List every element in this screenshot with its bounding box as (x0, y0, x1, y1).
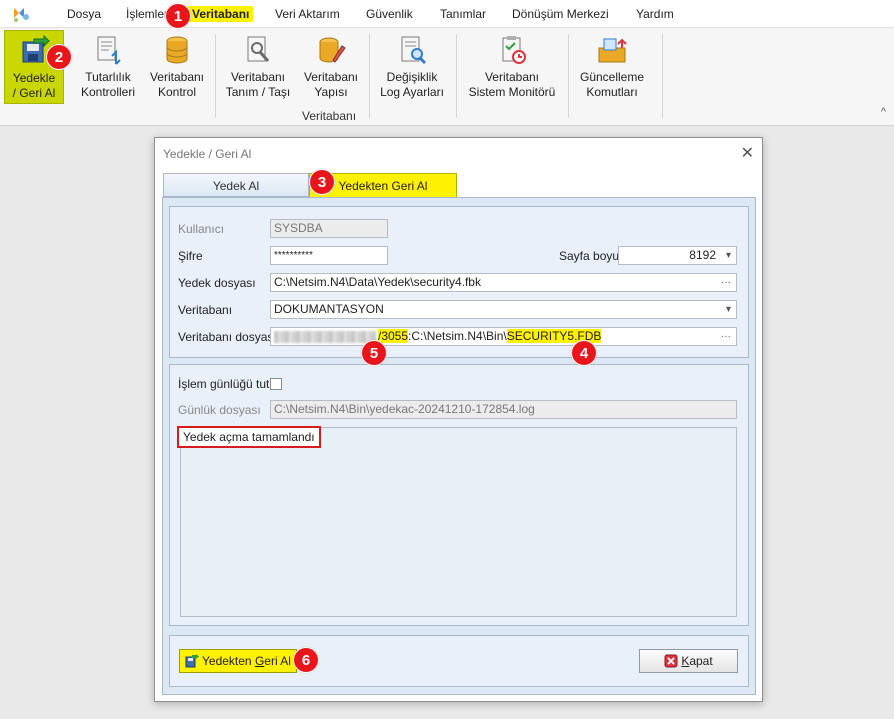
ribbon-separator (568, 34, 569, 118)
ribbon-button-label: Kontrol (157, 85, 197, 99)
menu-donusum-merkezi[interactable]: Dönüşüm Merkezi (512, 7, 609, 21)
ribbon-button-label: Güncelleme (579, 70, 645, 84)
backup-file-label: Yedek dosyası (178, 276, 256, 290)
ribbon-button-label: Yapısı (314, 85, 348, 99)
ribbon-button-label: Yedekle (12, 71, 56, 85)
ribbon-button-label: Veritabanı (230, 70, 286, 84)
ribbon-button-label: Değişiklik (386, 70, 438, 84)
app-logo-icon (14, 8, 29, 22)
consistency-check-icon (97, 36, 121, 65)
ribbon-collapse-icon[interactable]: ^ (881, 106, 886, 118)
ribbon-separator (215, 34, 216, 118)
restore-icon (185, 654, 199, 668)
ribbon: Yedekle / Geri Al Tutarlılık Kontrolleri… (0, 28, 894, 126)
ribbon-sistem-monitoru-button[interactable]: Veritabanı Sistem Monitörü (464, 30, 560, 104)
restore-button[interactable]: Yedekten Geri Al (179, 649, 297, 673)
ribbon-button-label: Veritabanı (484, 70, 540, 84)
log-output-area: Yedek açma tamamlandı (177, 426, 737, 617)
close-x-icon (664, 654, 678, 668)
ribbon-tutarlilik-button[interactable]: Tutarlılık Kontrolleri (74, 30, 142, 104)
log-panel: İşlem günlüğü tut Günlük dosyası C:\Nets… (169, 364, 749, 626)
chevron-down-icon: ▾ (725, 250, 731, 261)
change-log-icon (401, 36, 427, 65)
browse-ellipsis-icon[interactable]: ··· (721, 274, 731, 291)
button-panel: Yedekten Geri Al Kapat (169, 635, 749, 687)
update-commands-icon (598, 38, 627, 63)
redacted-host (274, 330, 376, 343)
annotation-badge-2: 2 (46, 44, 72, 70)
ribbon-button-label: Tutarlılık (85, 70, 131, 84)
close-label-suffix: apat (689, 654, 713, 668)
database-select[interactable]: DOKUMANTASYON ▾ (270, 300, 737, 319)
tab-yedek-al[interactable]: Yedek Al (163, 173, 309, 197)
tab-body: Kullanıcı SYSDBA Şifre ********** Sayfa … (162, 197, 756, 695)
page-size-select[interactable]: 8192 ▾ (618, 246, 737, 265)
ribbon-degisiklik-log-button[interactable]: Değişiklik Log Ayarları (376, 30, 448, 104)
ribbon-veritabani-yapisi-button[interactable]: Veritabanı Yapısı (300, 30, 362, 104)
password-label: Şifre (178, 249, 203, 263)
menu-veritabani[interactable]: Veritabanı (188, 6, 254, 22)
db-file-port: /3055 (378, 329, 409, 343)
database-label: Veritabanı (178, 303, 233, 317)
restore-label-prefix: Yedekten (202, 654, 255, 668)
ribbon-button-label: Kontrolleri (80, 85, 136, 99)
ribbon-button-label: Veritabanı (149, 70, 205, 84)
password-field[interactable]: ********** (270, 246, 388, 265)
dialog-title: Yedekle / Geri Al (163, 147, 252, 161)
backup-file-value: C:\Netsim.N4\Data\Yedek\security4.fbk (274, 275, 481, 289)
ribbon-separator (662, 34, 663, 118)
annotation-badge-1: 1 (165, 3, 191, 29)
db-file-path: :C:\Netsim.N4\Bin\ (408, 329, 507, 343)
menu-tanimlar[interactable]: Tanımlar (440, 7, 486, 21)
keep-log-label: İşlem günlüğü tut (178, 377, 270, 391)
db-define-move-icon (247, 36, 270, 62)
ribbon-button-label: Log Ayarları (380, 85, 444, 99)
log-output-line: Yedek açma tamamlandı (177, 426, 321, 448)
menu-guvenlik[interactable]: Güvenlik (366, 7, 413, 21)
close-button[interactable]: Kapat (639, 649, 738, 673)
menu-islemler[interactable]: İşlemler (126, 7, 168, 21)
ribbon-button-label: Sistem Monitörü (468, 85, 556, 99)
ribbon-button-label: / Geri Al (12, 86, 56, 100)
ribbon-tanim-tasi-button[interactable]: Veritabanı Tanım / Taşı (222, 30, 294, 104)
ribbon-button-label: Komutları (586, 85, 638, 99)
menu-bar: Dosya İşlemler Veritabanı Veri Aktarım G… (0, 0, 894, 28)
database-value: DOKUMANTASYON (274, 302, 384, 316)
db-structure-icon (319, 37, 346, 63)
restore-label-suffix: eri Al (264, 654, 291, 668)
ribbon-button-label: Tanım / Taşı (225, 85, 291, 99)
db-file-field[interactable]: /3055:C:\Netsim.N4\Bin\SECURITY5.FDB ··· (270, 327, 737, 346)
annotation-badge-3: 3 (309, 169, 335, 195)
user-label: Kullanıcı (178, 222, 225, 236)
db-file-label: Veritabanı dosyası (178, 330, 277, 344)
annotation-badge-4: 4 (571, 340, 597, 366)
close-icon[interactable]: ✕ (741, 143, 754, 163)
page-size-label: Sayfa boyu (559, 249, 620, 263)
ribbon-separator (456, 34, 457, 118)
database-icon (166, 36, 188, 64)
user-field: SYSDBA (270, 219, 388, 238)
chevron-down-icon: ▾ (725, 304, 731, 315)
system-monitor-icon (502, 36, 526, 64)
connection-panel: Kullanıcı SYSDBA Şifre ********** Sayfa … (169, 206, 749, 358)
keep-log-checkbox[interactable] (270, 378, 282, 390)
menu-dosya[interactable]: Dosya (67, 7, 101, 21)
log-file-field: C:\Netsim.N4\Bin\yedekac-20241210-172854… (270, 400, 737, 419)
backup-restore-icon (22, 35, 50, 63)
ribbon-button-label: Veritabanı (303, 70, 359, 84)
annotation-badge-5: 5 (361, 340, 387, 366)
backup-restore-dialog: Yedekle / Geri Al ✕ Yedek Al Yedekten Ge… (154, 137, 763, 702)
menu-yardim[interactable]: Yardım (636, 7, 674, 21)
ribbon-veritabani-kontrol-button[interactable]: Veritabanı Kontrol (146, 30, 208, 104)
restore-label-hotkey: G (254, 654, 265, 668)
browse-ellipsis-icon[interactable]: ··· (721, 328, 731, 345)
ribbon-separator (369, 34, 370, 118)
menu-veri-aktarim[interactable]: Veri Aktarım (275, 7, 340, 21)
backup-file-field[interactable]: C:\Netsim.N4\Data\Yedek\security4.fbk ··… (270, 273, 737, 292)
page-size-value: 8192 (689, 248, 716, 262)
ribbon-guncelleme-komutlari-button[interactable]: Güncelleme Komutları (576, 30, 648, 104)
log-file-label: Günlük dosyası (178, 403, 261, 417)
annotation-badge-6: 6 (293, 647, 319, 673)
ribbon-group-label: Veritabanı (302, 109, 357, 123)
